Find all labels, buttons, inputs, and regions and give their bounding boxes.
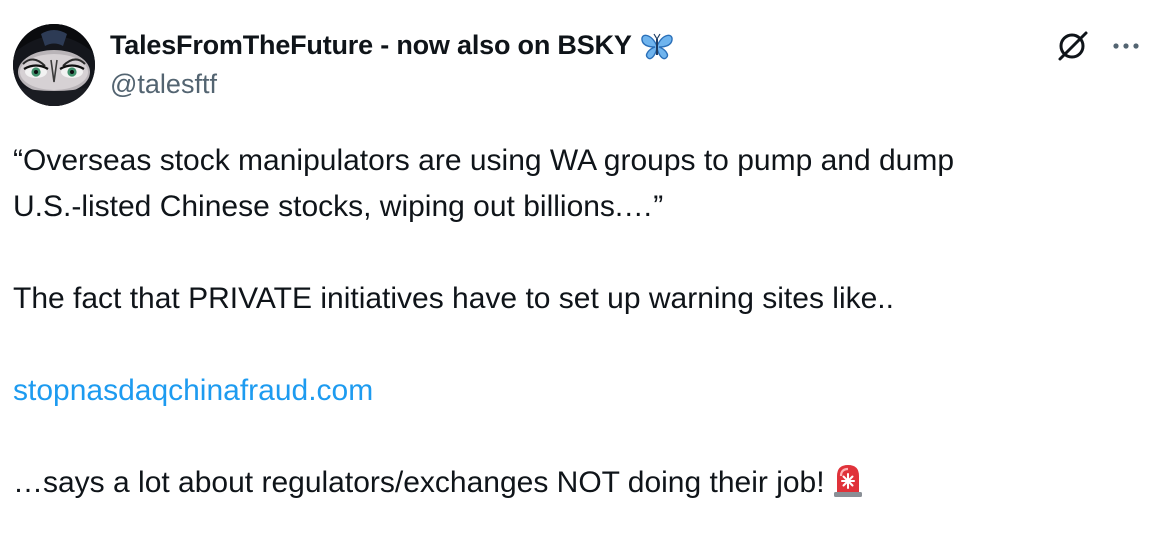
tweet-link-line: stopnasdaqchinafraud.com: [13, 368, 1143, 414]
avatar[interactable]: [13, 24, 95, 106]
tweet-text-line: “Overseas stock manipulators are using W…: [13, 144, 955, 177]
tweet-body: “Overseas stock manipulators are using W…: [13, 138, 1143, 506]
author-name-row: TalesFromTheFuture - now also on BSKY: [110, 30, 675, 61]
tweet-card: TalesFromTheFuture - now also on BSKY @t…: [0, 0, 1160, 534]
siren-icon: [831, 462, 865, 498]
author-handle[interactable]: @talesftf: [110, 69, 217, 100]
tweet-text-line: U.S.-listed Chinese stocks, wiping out b…: [13, 190, 664, 223]
author-display-name[interactable]: TalesFromTheFuture - now also on BSKY: [110, 30, 632, 61]
tweet-link[interactable]: stopnasdaqchinafraud.com: [13, 374, 373, 407]
avatar-image: [13, 24, 95, 106]
grok-icon[interactable]: [1055, 27, 1091, 63]
tweet-text-line: The fact that PRIVATE initiatives have t…: [13, 282, 894, 315]
tweet-text-final: …says a lot about regulators/exchanges N…: [13, 466, 825, 499]
butterfly-icon: [639, 31, 675, 61]
tweet-text-line: …says a lot about regulators/exchanges N…: [13, 460, 1143, 506]
more-icon[interactable]: [1108, 28, 1144, 64]
